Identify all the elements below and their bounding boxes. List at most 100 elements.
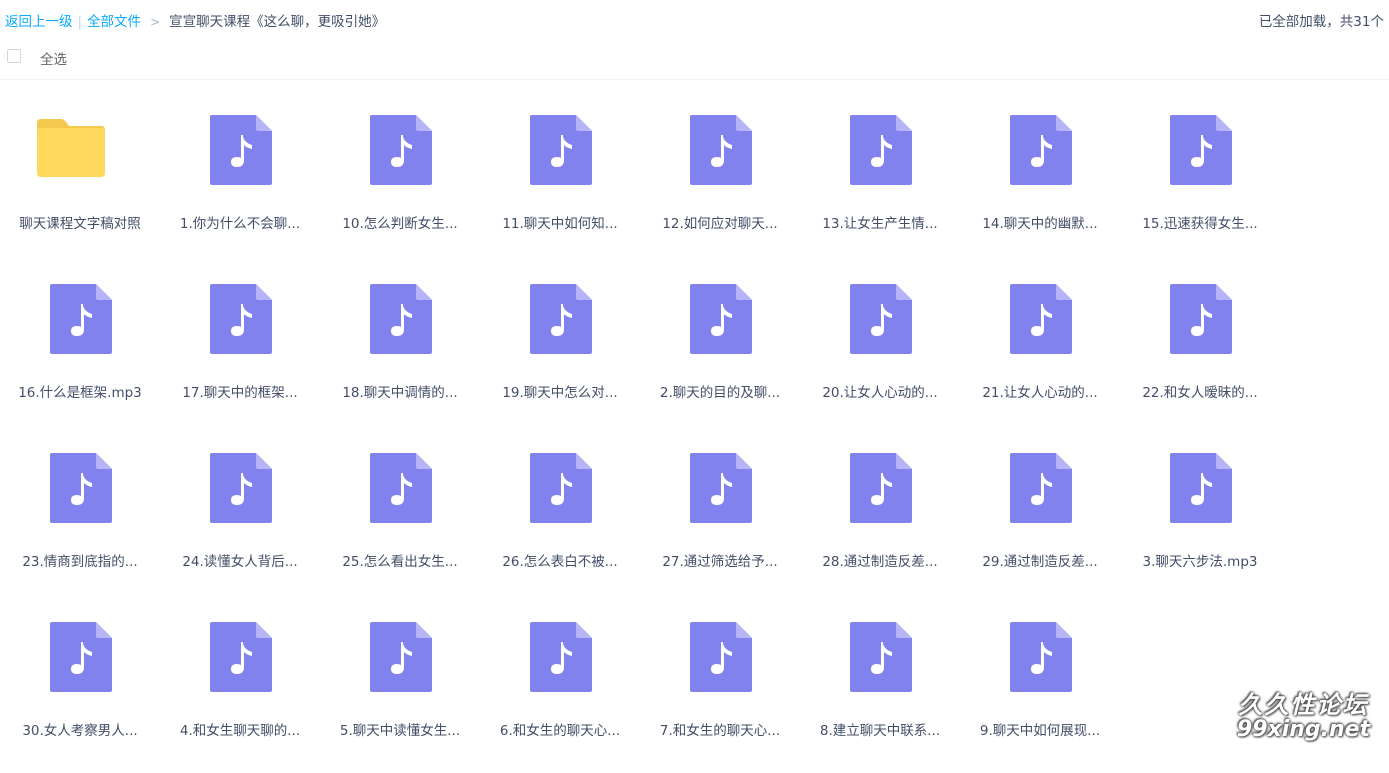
- file-item[interactable]: 18.聊天中调情的...: [320, 266, 480, 435]
- music-note-icon[interactable]: [370, 115, 432, 185]
- file-item[interactable]: 30.女人考察男人...: [0, 604, 160, 773]
- file-name[interactable]: 3.聊天六步法.mp3: [1120, 550, 1280, 570]
- file-name[interactable]: 19.聊天中怎么对...: [480, 381, 640, 401]
- file-item[interactable]: 29.通过制造反差...: [960, 435, 1120, 604]
- file-item[interactable]: 14.聊天中的幽默...: [960, 97, 1120, 266]
- file-item[interactable]: 5.聊天中读懂女生...: [320, 604, 480, 773]
- music-note-icon[interactable]: [210, 115, 272, 185]
- music-note-icon[interactable]: [370, 453, 432, 523]
- file-name[interactable]: 15.迅速获得女生...: [1120, 212, 1280, 232]
- file-item[interactable]: 25.怎么看出女生...: [320, 435, 480, 604]
- music-note-icon[interactable]: [1010, 284, 1072, 354]
- file-name[interactable]: 14.聊天中的幽默...: [960, 212, 1120, 232]
- music-note-icon[interactable]: [370, 622, 432, 692]
- file-name[interactable]: 21.让女人心动的...: [960, 381, 1120, 401]
- music-note-icon[interactable]: [530, 115, 592, 185]
- file-grid: 聊天课程文字稿对照 1.你为什么不会聊... 10.怎么判断女生... 11.聊天中如…: [0, 97, 1300, 773]
- file-item[interactable]: 3.聊天六步法.mp3: [1120, 435, 1280, 604]
- music-note-icon[interactable]: [690, 453, 752, 523]
- file-name[interactable]: 4.和女生聊天聊的...: [160, 719, 320, 739]
- file-name[interactable]: 13.让女生产生情...: [800, 212, 960, 232]
- file-name[interactable]: 11.聊天中如何知...: [480, 212, 640, 232]
- file-name[interactable]: 20.让女人心动的...: [800, 381, 960, 401]
- music-note-icon[interactable]: [530, 284, 592, 354]
- file-item[interactable]: 17.聊天中的框架...: [160, 266, 320, 435]
- file-item[interactable]: 21.让女人心动的...: [960, 266, 1120, 435]
- current-folder-name: 宣宣聊天课程《这么聊，更吸引她》: [169, 14, 386, 30]
- music-note-icon[interactable]: [530, 453, 592, 523]
- file-item[interactable]: 15.迅速获得女生...: [1120, 97, 1280, 266]
- folder-name[interactable]: 聊天课程文字稿对照: [0, 212, 160, 232]
- select-all-label[interactable]: 全选: [40, 48, 67, 68]
- music-note-icon[interactable]: [530, 622, 592, 692]
- file-name[interactable]: 26.怎么表白不被...: [480, 550, 640, 570]
- music-note-icon[interactable]: [210, 453, 272, 523]
- file-item[interactable]: 2.聊天的目的及聊...: [640, 266, 800, 435]
- file-name[interactable]: 22.和女人暧昧的...: [1120, 381, 1280, 401]
- select-all-checkbox[interactable]: [7, 49, 21, 63]
- file-item[interactable]: 12.如何应对聊天...: [640, 97, 800, 266]
- file-item[interactable]: 22.和女人暧昧的...: [1120, 266, 1280, 435]
- file-name[interactable]: 28.通过制造反差...: [800, 550, 960, 570]
- music-note-icon[interactable]: [690, 622, 752, 692]
- watermark-line1: 久久性论坛: [1238, 690, 1369, 719]
- file-name[interactable]: 9.聊天中如何展现...: [960, 719, 1120, 739]
- file-item[interactable]: 13.让女生产生情...: [800, 97, 960, 266]
- file-name[interactable]: 7.和女生的聊天心...: [640, 719, 800, 739]
- music-note-icon[interactable]: [850, 622, 912, 692]
- music-note-icon[interactable]: [370, 284, 432, 354]
- file-item[interactable]: 10.怎么判断女生...: [320, 97, 480, 266]
- file-item[interactable]: 11.聊天中如何知...: [480, 97, 640, 266]
- file-item[interactable]: 8.建立聊天中联系...: [800, 604, 960, 773]
- music-note-icon[interactable]: [850, 453, 912, 523]
- file-name[interactable]: 18.聊天中调情的...: [320, 381, 480, 401]
- file-name[interactable]: 6.和女生的聊天心...: [480, 719, 640, 739]
- all-files-link[interactable]: 全部文件: [87, 14, 141, 30]
- file-name[interactable]: 29.通过制造反差...: [960, 550, 1120, 570]
- file-name[interactable]: 1.你为什么不会聊...: [160, 212, 320, 232]
- file-name[interactable]: 30.女人考察男人...: [0, 719, 160, 739]
- file-name[interactable]: 27.通过筛选给予...: [640, 550, 800, 570]
- file-item[interactable]: 28.通过制造反差...: [800, 435, 960, 604]
- file-name[interactable]: 2.聊天的目的及聊...: [640, 381, 800, 401]
- file-name[interactable]: 24.读懂女人背后...: [160, 550, 320, 570]
- back-link[interactable]: 返回上一级: [5, 14, 73, 30]
- music-note-icon[interactable]: [50, 284, 112, 354]
- folder-icon[interactable]: [35, 117, 107, 179]
- file-item[interactable]: 19.聊天中怎么对...: [480, 266, 640, 435]
- music-note-icon[interactable]: [50, 622, 112, 692]
- music-note-icon[interactable]: [850, 284, 912, 354]
- music-note-icon[interactable]: [1170, 453, 1232, 523]
- file-item[interactable]: 1.你为什么不会聊...: [160, 97, 320, 266]
- file-name[interactable]: 25.怎么看出女生...: [320, 550, 480, 570]
- file-item[interactable]: 4.和女生聊天聊的...: [160, 604, 320, 773]
- music-note-icon[interactable]: [210, 284, 272, 354]
- file-item[interactable]: 27.通过筛选给予...: [640, 435, 800, 604]
- file-item[interactable]: 7.和女生的聊天心...: [640, 604, 800, 773]
- music-note-icon[interactable]: [1170, 284, 1232, 354]
- file-name[interactable]: 17.聊天中的框架...: [160, 381, 320, 401]
- music-note-icon[interactable]: [50, 453, 112, 523]
- music-note-icon[interactable]: [1010, 622, 1072, 692]
- file-name[interactable]: 12.如何应对聊天...: [640, 212, 800, 232]
- music-note-icon[interactable]: [850, 115, 912, 185]
- music-note-icon[interactable]: [690, 284, 752, 354]
- file-name[interactable]: 16.什么是框架.mp3: [0, 381, 160, 401]
- file-item[interactable]: 20.让女人心动的...: [800, 266, 960, 435]
- file-item[interactable]: 6.和女生的聊天心...: [480, 604, 640, 773]
- folder-item[interactable]: 聊天课程文字稿对照: [0, 97, 160, 266]
- music-note-icon[interactable]: [1010, 453, 1072, 523]
- file-name[interactable]: 23.情商到底指的...: [0, 550, 160, 570]
- music-note-icon[interactable]: [1170, 115, 1232, 185]
- file-item[interactable]: 23.情商到底指的...: [0, 435, 160, 604]
- music-note-icon[interactable]: [690, 115, 752, 185]
- file-name[interactable]: 10.怎么判断女生...: [320, 212, 480, 232]
- file-item[interactable]: 9.聊天中如何展现...: [960, 604, 1120, 773]
- music-note-icon[interactable]: [210, 622, 272, 692]
- file-item[interactable]: 26.怎么表白不被...: [480, 435, 640, 604]
- file-name[interactable]: 5.聊天中读懂女生...: [320, 719, 480, 739]
- file-item[interactable]: 16.什么是框架.mp3: [0, 266, 160, 435]
- file-name[interactable]: 8.建立聊天中联系...: [800, 719, 960, 739]
- file-item[interactable]: 24.读懂女人背后...: [160, 435, 320, 604]
- music-note-icon[interactable]: [1010, 115, 1072, 185]
